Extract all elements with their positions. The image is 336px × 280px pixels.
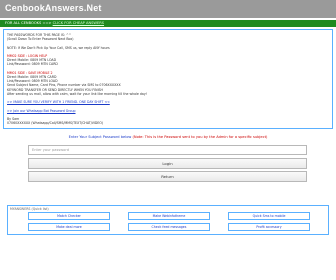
- panel-title: MYANSWERS (Quick list): [10, 207, 49, 211]
- quick-link-button[interactable]: Profit accessory: [228, 223, 310, 231]
- notes-line: After sending us mail, allow with calm, …: [7, 91, 148, 96]
- notes-line: NOTE: If We Don't Pick Up Your Call, SMS…: [7, 45, 110, 50]
- notes-line: 07060XXXXXX (Whatsapp/Call/SMS/MMS/TEXT/…: [7, 121, 104, 126]
- notes-line[interactable]: >> Join our Whatsapp Bot Password Group: [7, 109, 76, 113]
- login-button[interactable]: Login: [28, 158, 307, 169]
- topbar-text: FOR ALL CENBOOKS ==> CLICK FOR CHEAP ANS…: [5, 20, 104, 27]
- quick-links-panel: MYANSWERS (Quick list) Match Checker Mak…: [7, 205, 329, 235]
- password-input[interactable]: [28, 145, 307, 155]
- password-instruction: Enter Your Subject Password below (Note:…: [0, 135, 336, 139]
- notes-line: (Scroll Down To Enter Password Next Box): [7, 37, 74, 42]
- quick-link-button[interactable]: Make Webinfotheme: [128, 212, 210, 220]
- site-title[interactable]: CenbookAnswers.Net: [5, 3, 102, 13]
- topbar-link[interactable]: CLICK FOR CHEAP ANSWERS: [53, 21, 104, 25]
- notes-box: THE PASSWORDS FOR THIS PAGE IS: ^^ (Scrol…: [3, 29, 333, 129]
- quick-link-button[interactable]: Match Checker: [28, 212, 110, 220]
- topbar-prefix: FOR ALL CENBOOKS ==>: [5, 21, 53, 25]
- quick-link-button[interactable]: Check feed messages: [128, 223, 210, 231]
- quick-link-button[interactable]: Make deal more: [28, 223, 110, 231]
- site-header: CenbookAnswers.Net: [0, 0, 336, 18]
- instruction-text: Enter Your Subject Password below: [68, 135, 132, 139]
- top-bar: FOR ALL CENBOOKS ==> CLICK FOR CHEAP ANS…: [0, 20, 336, 27]
- notes-line[interactable]: >> MAKE SURE YOU VERIFY WITH 1 FRIEND. O…: [7, 100, 110, 104]
- quick-link-button[interactable]: Quick Sms to mobile: [228, 212, 310, 220]
- return-button[interactable]: Return: [28, 171, 307, 182]
- notes-line: Link/Password: 0809 MTN CARD: [7, 62, 58, 67]
- instruction-note: (Note: This is the Password sent to you …: [131, 135, 268, 139]
